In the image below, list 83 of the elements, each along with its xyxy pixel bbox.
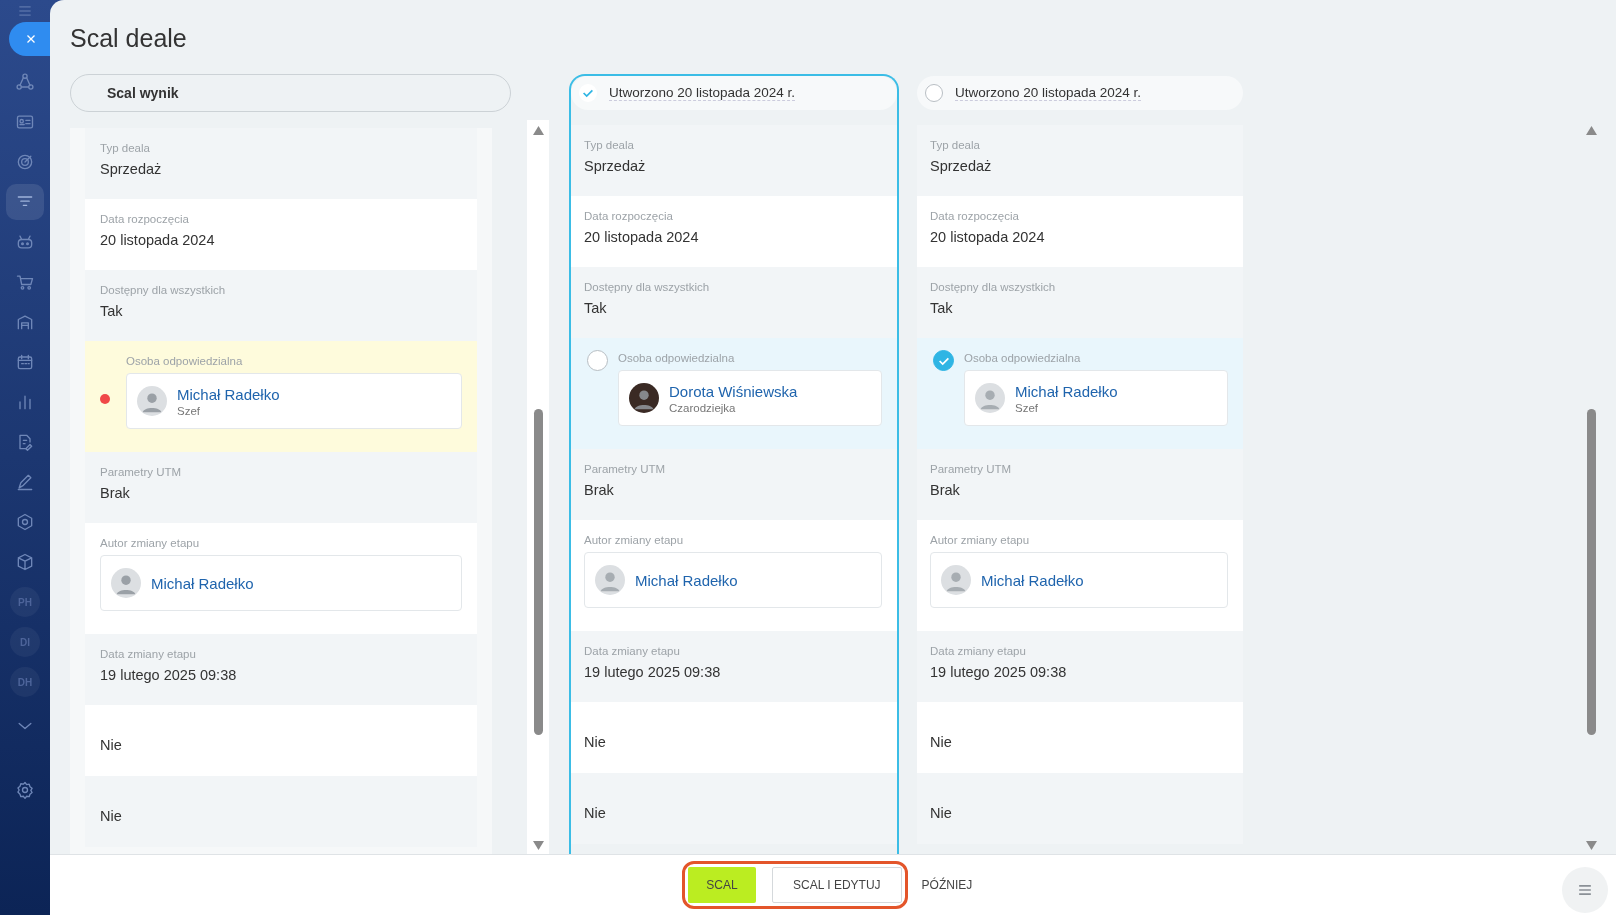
target-icon — [15, 152, 35, 172]
deal-title: Utworzono 20 listopada 2024 r. — [955, 85, 1142, 101]
field-label: Data rozpoczęcia — [930, 209, 1020, 224]
scroll-down-icon[interactable] — [532, 841, 544, 850]
field-value: Tak — [930, 299, 954, 318]
scroll-down-icon[interactable] — [1585, 841, 1597, 850]
value-radio[interactable] — [587, 350, 608, 371]
field-value: 19 lutego 2025 09:38 — [930, 663, 1068, 682]
person-link[interactable]: Michał Radełko — [177, 384, 280, 404]
field-value: Nie — [100, 736, 123, 755]
field-label: Typ deala — [100, 141, 151, 156]
person-link[interactable]: Michał Radełko — [1015, 381, 1118, 401]
field-value: Sprzedaż — [584, 157, 647, 176]
sidebar-item[interactable] — [6, 184, 44, 220]
field-label: Data rozpoczęcia — [584, 209, 674, 224]
person-link[interactable]: Michał Radełko — [635, 570, 738, 590]
deal-radio[interactable] — [579, 84, 597, 102]
person-position: Szef — [1015, 400, 1039, 415]
person-link[interactable]: Michał Radełko — [981, 570, 1084, 590]
field-label: Parametry UTM — [100, 465, 183, 480]
field-label: Data zmiany etapu — [930, 644, 1027, 659]
field-value: Tak — [584, 299, 608, 318]
scroll-thumb[interactable] — [533, 409, 543, 735]
person-link[interactable]: Dorota Wiśniewska — [669, 381, 798, 401]
field-label: Dostępny dla wszystkich — [100, 283, 227, 298]
pen-icon — [15, 472, 35, 492]
merge-edit-button[interactable]: SCAL I EDYTUJ — [772, 867, 902, 903]
later-button[interactable]: PÓŹNIEJ — [907, 867, 987, 903]
avatar-icon — [111, 568, 141, 598]
scroll-thumb[interactable] — [1586, 409, 1596, 735]
field-label: Osoba odpowiedzialna — [618, 351, 736, 366]
person-position: Szef — [177, 403, 201, 418]
field-value: Brak — [584, 481, 615, 500]
avatar-icon — [137, 386, 167, 416]
value-radio[interactable] — [933, 350, 954, 371]
field-label: Osoba odpowiedzialna — [126, 354, 244, 369]
field-value: Sprzedaż — [930, 157, 993, 176]
field-value: Nie — [584, 804, 607, 823]
menu-button[interactable] — [1562, 867, 1608, 913]
close-button[interactable] — [9, 22, 53, 56]
field-label: Parametry UTM — [930, 462, 1013, 477]
field-value: Nie — [584, 733, 607, 752]
deal-header[interactable]: Utworzono 20 listopada 2024 r. — [917, 76, 1243, 110]
deal-radio[interactable] — [925, 84, 943, 102]
field-value: Tak — [100, 302, 124, 321]
field-value: 20 listopada 2024 — [584, 228, 700, 247]
field-value: 20 listopada 2024 — [100, 231, 216, 250]
calendar-icon — [15, 352, 35, 372]
field-label: Typ deala — [584, 138, 635, 153]
field-label: Data rozpoczęcia — [100, 212, 190, 227]
field-label: Parametry UTM — [584, 462, 667, 477]
field-label: Dostępny dla wszystkich — [930, 280, 1057, 295]
box-icon — [15, 552, 35, 572]
field-label: Data zmiany etapu — [584, 644, 681, 659]
person-link[interactable]: Michał Radełko — [151, 573, 254, 593]
field-value: 19 lutego 2025 09:38 — [100, 666, 238, 685]
scroll-up-icon[interactable] — [532, 126, 544, 135]
scrollbar[interactable] — [527, 120, 549, 854]
deal-title: Utworzono 20 listopada 2024 r. — [609, 85, 796, 101]
field-label: Data zmiany etapu — [100, 647, 197, 662]
field-label: Autor zmiany etapu — [930, 533, 1031, 548]
share-icon — [15, 72, 35, 92]
conflict-dot — [100, 394, 110, 404]
field-value: Brak — [100, 484, 131, 503]
field-label: Typ deala — [930, 138, 981, 153]
field-value: Nie — [930, 804, 953, 823]
field-label: Autor zmiany etapu — [100, 536, 201, 551]
field-value: Nie — [930, 733, 953, 752]
field-value: Nie — [100, 807, 123, 826]
hexagon-icon — [15, 512, 35, 532]
field-value: Brak — [930, 481, 961, 500]
deal-header[interactable]: Utworzono 20 listopada 2024 r. — [571, 76, 897, 110]
field-label: Autor zmiany etapu — [584, 533, 685, 548]
field-value: Sprzedaż — [100, 160, 163, 179]
field-label: Dostępny dla wszystkich — [584, 280, 711, 295]
scroll-up-icon[interactable] — [1585, 126, 1597, 135]
settings-icon[interactable] — [15, 780, 35, 800]
page-title: Scal deale — [69, 23, 188, 52]
person-position: Czarodziejka — [669, 400, 737, 415]
field-value: 20 listopada 2024 — [930, 228, 1046, 247]
merge-button[interactable]: SCAL — [688, 867, 756, 903]
field-value: 19 lutego 2025 09:38 — [584, 663, 722, 682]
field-label: Osoba odpowiedzialna — [964, 351, 1082, 366]
